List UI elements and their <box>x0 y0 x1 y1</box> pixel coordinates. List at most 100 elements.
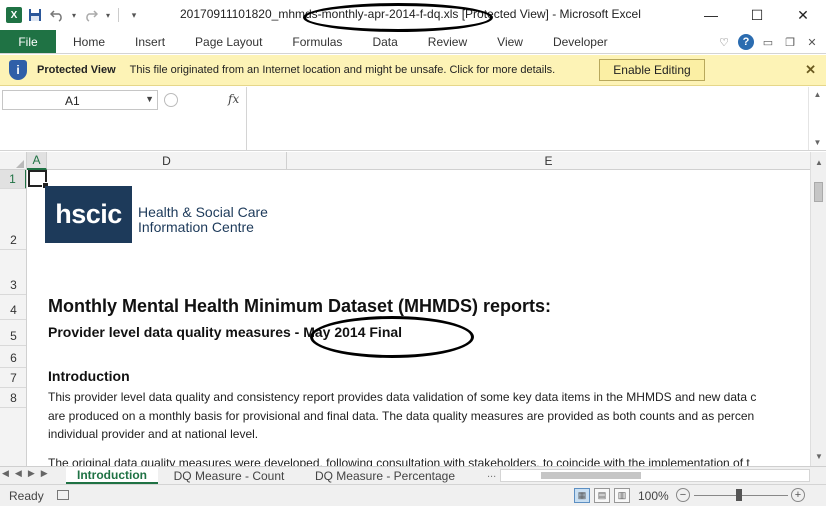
horizontal-scroll-thumb[interactable] <box>541 472 641 479</box>
protected-view-title: Protected View <box>37 64 116 76</box>
sheet-nav: ◀ ◀ ▶ ▶ <box>2 468 48 479</box>
minimize-button[interactable]: — <box>688 0 734 30</box>
normal-view-icon[interactable]: ▦ <box>574 488 590 503</box>
formula-bar: A1 ▼ fx ▲ ▼ <box>0 87 826 151</box>
quick-access-toolbar: X ▾ ▾ ▾ <box>0 0 143 30</box>
workbook-minimize-icon[interactable]: ▭ <box>760 34 776 50</box>
chevron-down-icon[interactable]: ▼ <box>814 138 822 147</box>
tab-file[interactable]: File <box>0 30 56 53</box>
status-text: Ready <box>9 489 44 503</box>
name-box[interactable]: A1 ▼ <box>2 90 158 110</box>
hscic-logo: hscic <box>45 186 132 243</box>
horizontal-scrollbar[interactable] <box>500 469 810 482</box>
formula-bar-grip[interactable] <box>164 93 178 107</box>
chevron-up-icon[interactable]: ▲ <box>814 90 822 99</box>
protected-view-bar[interactable]: i Protected View This file originated fr… <box>0 55 826 86</box>
undo-dropdown-icon[interactable]: ▾ <box>70 6 78 24</box>
row-header[interactable]: 2 <box>0 189 26 250</box>
page-layout-view-icon[interactable]: ▤ <box>594 488 610 503</box>
save-icon[interactable] <box>26 6 44 24</box>
row-header[interactable]: 4 <box>0 295 26 320</box>
logo-caption-line2: Information Centre <box>138 219 254 235</box>
formula-bar-expand[interactable]: ▲ ▼ <box>808 87 826 150</box>
sheet-tab-dq-percentage[interactable]: DQ Measure - Percentage <box>305 467 465 484</box>
zoom-in-button[interactable]: + <box>791 488 805 502</box>
window-controls: — ☐ ✕ <box>688 0 826 30</box>
customize-icon[interactable]: ▾ <box>125 6 143 24</box>
tab-view[interactable]: View <box>482 30 538 53</box>
row-header[interactable]: 3 <box>0 250 26 295</box>
row-header[interactable]: 7 <box>0 368 26 388</box>
first-sheet-icon[interactable]: ◀ <box>2 468 9 479</box>
last-sheet-icon[interactable]: ▶ <box>41 468 48 479</box>
macro-record-icon[interactable] <box>57 490 69 500</box>
redo-dropdown-icon[interactable]: ▾ <box>104 6 112 24</box>
intro-line: This provider level data quality and con… <box>48 390 757 404</box>
formula-tools: fx <box>162 90 246 110</box>
vertical-scrollbar[interactable]: ▲ ▼ <box>810 152 826 466</box>
row-header[interactable]: 6 <box>0 346 26 368</box>
row-header[interactable]: 8 <box>0 388 26 408</box>
ribbon-right-controls: ♡ ? ▭ ❐ ✕ <box>716 33 820 51</box>
chevron-down-icon[interactable]: ▼ <box>145 94 154 104</box>
workbook-restore-icon[interactable]: ❐ <box>782 34 798 50</box>
column-header-d[interactable]: D <box>47 152 287 170</box>
active-cell-a1[interactable] <box>28 170 49 189</box>
scroll-up-icon[interactable]: ▲ <box>811 154 826 170</box>
close-icon[interactable]: ✕ <box>805 62 816 78</box>
sheet-tab-dq-count[interactable]: DQ Measure - Count <box>164 467 294 484</box>
enable-editing-button[interactable]: Enable Editing <box>599 59 705 81</box>
ribbon-tabs: File Home Insert Page Layout Formulas Da… <box>0 30 826 54</box>
shield-info-icon: i <box>9 60 27 80</box>
tab-formulas[interactable]: Formulas <box>277 30 357 53</box>
worksheet-area[interactable]: hscic Health & Social Care Information C… <box>28 170 810 466</box>
status-bar: Ready ▦ ▤ ▥ 100% − + <box>0 484 826 506</box>
workbook-close-icon[interactable]: ✕ <box>804 34 820 50</box>
tab-data[interactable]: Data <box>357 30 412 53</box>
row-header[interactable]: 1 <box>0 170 26 189</box>
formula-input[interactable] <box>246 87 808 150</box>
scroll-down-icon[interactable]: ▼ <box>811 448 826 464</box>
column-header-a[interactable]: A <box>27 152 47 170</box>
select-all-corner[interactable] <box>0 152 27 170</box>
column-header-e[interactable]: E <box>287 152 810 170</box>
tab-page-layout[interactable]: Page Layout <box>180 30 277 53</box>
intro-paragraph-cut: The original data quality measures were … <box>48 456 750 466</box>
sheet-tabs-bar: ◀ ◀ ▶ ▶ Introduction DQ Measure - Count … <box>0 466 826 484</box>
page-break-view-icon[interactable]: ▥ <box>614 488 630 503</box>
intro-line: are produced on a monthly basis for prov… <box>48 408 755 423</box>
logo-caption: Health & Social Care Information Centre <box>138 205 268 235</box>
excel-app-icon[interactable]: X <box>6 7 22 23</box>
window-title: 20170911101820_mhmds-monthly-apr-2014-f-… <box>180 7 641 21</box>
title-bar: X ▾ ▾ ▾ 20170911101820_mhmds-monthly-apr… <box>0 0 826 30</box>
intro-heading: Introduction <box>48 368 130 384</box>
row-header[interactable]: 5 <box>0 320 26 346</box>
redo-icon[interactable] <box>82 6 100 24</box>
tab-developer[interactable]: Developer <box>538 30 623 53</box>
vertical-scroll-thumb[interactable] <box>814 182 823 202</box>
insert-function-icon[interactable]: fx <box>228 92 239 106</box>
next-sheet-icon[interactable]: ▶ <box>28 468 35 479</box>
tab-review[interactable]: Review <box>413 30 482 53</box>
main-heading: Monthly Mental Health Minimum Dataset (M… <box>48 296 552 316</box>
more-sheets[interactable]: ... <box>487 468 496 480</box>
logo-caption-line1: Health & Social Care <box>138 204 268 220</box>
tab-home[interactable]: Home <box>56 30 120 53</box>
sheet-tab-introduction[interactable]: Introduction <box>66 467 158 484</box>
maximize-button[interactable]: ☐ <box>734 0 780 30</box>
sub-heading: Provider level data quality measures - M… <box>48 324 403 340</box>
row-headers: 1 2 3 4 5 6 7 8 <box>0 170 27 466</box>
zoom-level[interactable]: 100% <box>638 489 669 503</box>
tab-insert[interactable]: Insert <box>120 30 180 53</box>
close-button[interactable]: ✕ <box>780 0 826 30</box>
chevron-up-icon[interactable]: ♡ <box>716 34 732 50</box>
zoom-out-button[interactable]: − <box>676 488 690 502</box>
help-icon[interactable]: ? <box>738 34 754 50</box>
zoom-slider-thumb[interactable] <box>736 489 742 501</box>
intro-line: individual provider and at national leve… <box>48 427 259 441</box>
protected-view-message[interactable]: This file originated from an Internet lo… <box>130 64 556 76</box>
column-headers: A D E <box>0 152 810 170</box>
undo-icon[interactable] <box>48 6 66 24</box>
view-buttons: ▦ ▤ ▥ <box>574 488 630 503</box>
prev-sheet-icon[interactable]: ◀ <box>15 468 22 479</box>
